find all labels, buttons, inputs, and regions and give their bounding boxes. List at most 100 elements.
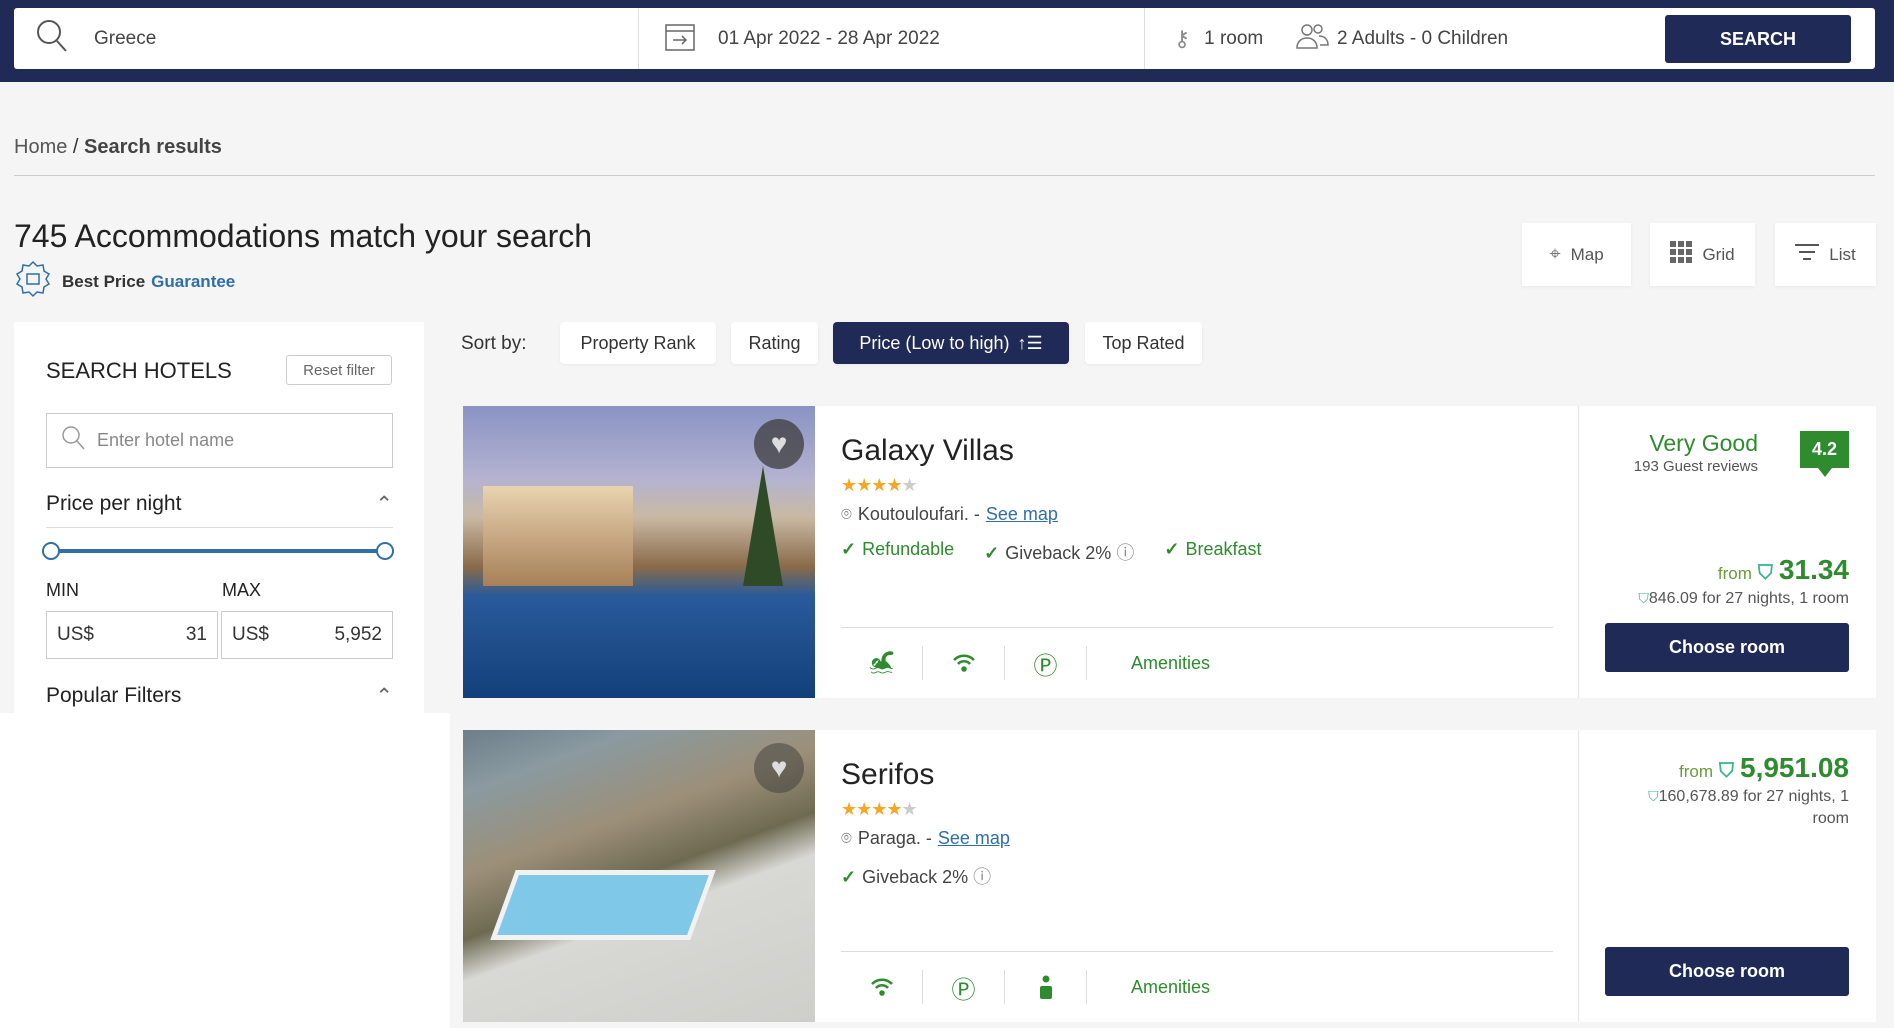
list-view-button[interactable]: List xyxy=(1775,223,1876,286)
pool-shape xyxy=(490,870,716,940)
choose-room-button[interactable]: Choose room xyxy=(1605,623,1849,672)
price-heading: Price per night xyxy=(46,492,182,515)
search-button[interactable]: SEARCH xyxy=(1665,15,1851,63)
page-title: 745 Accommodations match your search xyxy=(14,218,593,254)
search-hotels-sidebar: SEARCH HOTELS Reset filter Enter hotel n… xyxy=(14,322,424,713)
hotel-name-input[interactable]: Enter hotel name xyxy=(46,413,393,468)
badge-icon xyxy=(14,260,52,303)
price-slider-min-handle[interactable] xyxy=(42,542,60,560)
tree-shape xyxy=(743,466,783,586)
divider xyxy=(638,8,639,69)
hotel-location: ⌾ Paraga. - See map xyxy=(841,828,1010,849)
info-icon[interactable]: ⓘ xyxy=(973,867,991,887)
tether-icon: ⛉ xyxy=(1638,590,1649,606)
destination-field[interactable]: Greece xyxy=(36,8,156,69)
location-text: Koutouloufari. - xyxy=(857,504,980,524)
sort-property-rank[interactable]: Property Rank xyxy=(560,322,716,364)
guests-field[interactable]: 2 Adults - 0 Children xyxy=(1295,8,1508,69)
popular-filters-heading: Popular Filters xyxy=(46,684,182,707)
divider xyxy=(841,951,1553,952)
parking-icon: Ⓟ xyxy=(923,970,1005,1004)
feature-label: Giveback 2% xyxy=(862,867,969,887)
grid-view-button[interactable]: Grid xyxy=(1650,223,1755,286)
guests-value: 2 Adults - 0 Children xyxy=(1337,27,1509,49)
guarantee-link[interactable]: Guarantee xyxy=(151,272,235,292)
concierge-icon xyxy=(1005,970,1087,1004)
price-slider-max-handle[interactable] xyxy=(376,542,394,560)
hotel-card: ♥ Galaxy Villas ★★★★★ ⌾ Koutouloufari. - S… xyxy=(463,406,1876,698)
location-pin-icon: ⌾ xyxy=(841,504,852,524)
breadcrumb-current: Search results xyxy=(84,136,222,158)
amenities-link[interactable]: Amenities xyxy=(1131,977,1210,998)
info-icon[interactable]: ⓘ xyxy=(1116,543,1134,563)
popular-filters-header[interactable]: Popular Filters ⌃ xyxy=(46,684,393,709)
divider xyxy=(1144,8,1145,69)
sort-rating[interactable]: Rating xyxy=(731,322,818,364)
hotel-name[interactable]: Serifos xyxy=(841,758,934,792)
star-rating: ★★★★★ xyxy=(841,475,918,495)
total-price-text: 846.09 for 27 nights, 1 room xyxy=(1648,590,1849,607)
currency-label: US$ xyxy=(232,624,269,645)
date-range-field[interactable]: 01 Apr 2022 - 28 Apr 2022 xyxy=(664,8,940,69)
currency-label: US$ xyxy=(57,624,94,645)
check-icon: ✓ xyxy=(841,539,857,559)
feature-refundable: ✓ Refundable xyxy=(841,539,954,565)
total-price: ⛉846.09 for 27 nights, 1 room xyxy=(1609,587,1849,610)
page-background-lower xyxy=(0,713,450,1028)
best-price-guarantee: Best Price Guarantee xyxy=(14,260,235,303)
from-label: from xyxy=(1679,762,1713,781)
chevron-up-icon: ⌃ xyxy=(375,685,393,708)
score-badge: 4.2 xyxy=(1800,431,1849,477)
breadcrumb-home[interactable]: Home xyxy=(14,136,67,158)
check-icon: ✓ xyxy=(841,867,857,887)
max-price-value: 5,952 xyxy=(334,624,382,645)
tether-icon: ⛉ xyxy=(1757,562,1773,584)
hotel-name[interactable]: Galaxy Villas xyxy=(841,434,1014,468)
see-map-link[interactable]: See map xyxy=(986,504,1058,525)
divider xyxy=(1578,730,1579,1022)
grid-icon xyxy=(1670,241,1693,268)
max-price-input[interactable]: US$ 5,952 xyxy=(221,611,393,659)
list-view-label: List xyxy=(1829,244,1856,264)
favorite-heart-icon[interactable]: ♥ xyxy=(754,419,804,469)
choose-room-button[interactable]: Choose room xyxy=(1605,947,1849,996)
min-price-input[interactable]: US$ 31 xyxy=(46,611,218,659)
tether-icon: ⛉ xyxy=(1648,788,1659,804)
destination-value: Greece xyxy=(94,27,157,49)
reset-filter-button[interactable]: Reset filter xyxy=(286,355,392,385)
calendar-icon xyxy=(664,20,696,58)
location-text: Paraga. - xyxy=(857,828,932,848)
amenities-link[interactable]: Amenities xyxy=(1131,653,1210,674)
users-icon xyxy=(1295,22,1329,56)
hotel-card: ♥ Serifos ★★★★★ ⌾ Paraga. - See map ✓ Giveb… xyxy=(463,730,1876,1022)
rooms-field[interactable]: ⚷ 1 room xyxy=(1174,8,1263,69)
search-icon xyxy=(36,19,68,59)
top-search-bar: Greece 01 Apr 2022 - 28 Apr 2022 ⚷ 1 roo… xyxy=(0,0,1894,82)
breadcrumb: Home / Search results xyxy=(14,136,222,159)
amenities-row: 🏊︎ Ⓟ Amenities xyxy=(841,642,1210,684)
tether-icon: ⛉ xyxy=(1719,760,1734,782)
map-pin-icon: ⌖ xyxy=(1549,243,1561,265)
hotel-location: ⌾ Koutouloufari. - See map xyxy=(841,504,1058,525)
map-view-button[interactable]: ⌖ Map xyxy=(1522,223,1631,286)
divider xyxy=(14,175,1875,176)
review-count[interactable]: 193 Guest reviews xyxy=(1634,458,1758,475)
pool-icon: 🏊︎ xyxy=(841,646,923,680)
price-per-night-header[interactable]: Price per night ⌃ xyxy=(46,492,393,528)
sort-price-low-high[interactable]: Price (Low to high) ↑☰ xyxy=(833,322,1069,364)
key-icon: ⚷ xyxy=(1174,25,1191,51)
favorite-heart-icon[interactable]: ♥ xyxy=(754,743,804,793)
hotel-name-placeholder: Enter hotel name xyxy=(97,430,235,450)
map-view-label: Map xyxy=(1570,244,1604,264)
filter-list-icon xyxy=(1795,243,1820,266)
amenities-row: Ⓟ Amenities xyxy=(841,966,1210,1008)
date-range-value: 01 Apr 2022 - 28 Apr 2022 xyxy=(718,27,940,49)
price-per-night: from ⛉ 31.34 xyxy=(1718,554,1849,586)
sort-top-rated[interactable]: Top Rated xyxy=(1085,322,1202,364)
see-map-link[interactable]: See map xyxy=(938,828,1010,849)
total-price-text: 160,678.89 for 27 nights, 1 room xyxy=(1658,788,1849,827)
price-slider-track[interactable] xyxy=(52,549,386,553)
location-pin-icon: ⌾ xyxy=(841,828,852,848)
rating-text: Very Good xyxy=(1649,430,1758,456)
sidebar-title: SEARCH HOTELS xyxy=(46,358,232,383)
